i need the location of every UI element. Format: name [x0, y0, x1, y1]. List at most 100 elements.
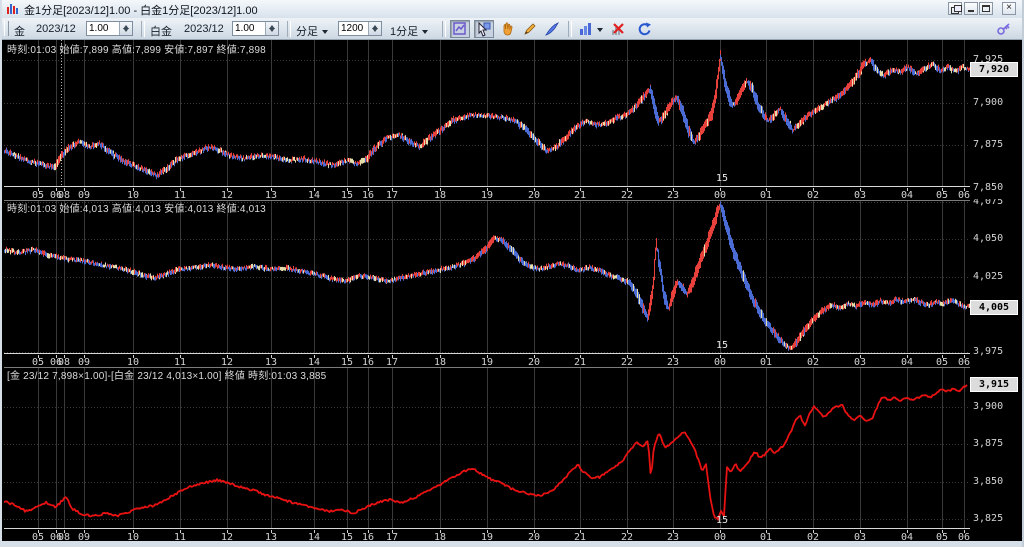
- hour-tick-label: 20: [527, 357, 541, 368]
- hour-tick-label: 18: [433, 190, 447, 201]
- hour-tick-label: 06: [957, 357, 971, 368]
- hour-tick-label: 06: [957, 190, 971, 201]
- toolbar-separator: [568, 21, 572, 37]
- hour-tick-label: 04: [900, 357, 914, 368]
- hour-tick-label: 13: [264, 190, 278, 201]
- refresh-button[interactable]: [634, 20, 654, 38]
- hour-tick-label: 02: [806, 190, 820, 201]
- price-tick-label: 4,025: [973, 270, 1004, 282]
- price-tick-label: 3,825: [973, 513, 1004, 524]
- gold-price-axis[interactable]: 7,925 7,900 7,875 7,850 7,920: [970, 40, 1018, 199]
- price-tick-label: 4,050: [973, 233, 1004, 245]
- gold-ohlc-status: 時刻:01:03 始値:7,899 高値:7,899 安値:7,897 終値:7…: [7, 45, 266, 56]
- hour-tick-label: 09: [77, 357, 91, 368]
- toolbar-separator: [287, 21, 291, 37]
- hour-tick-label: 23: [666, 190, 680, 201]
- hour-tick-label: 00: [713, 357, 727, 368]
- app-icon: [7, 4, 18, 14]
- hour-tick-label: 11: [173, 357, 187, 368]
- pan-tool-button[interactable]: [498, 20, 518, 38]
- hour-tick-label: 11: [173, 190, 187, 201]
- minimize-button[interactable]: [964, 2, 978, 15]
- spread-line-chart[interactable]: [4, 366, 970, 528]
- platinum-month-label: 2023/12: [184, 23, 224, 35]
- hour-tick-label: 13: [264, 357, 278, 368]
- delete-chart-button[interactable]: [608, 20, 628, 38]
- spread-formula-status: [金 23/12 7,898×1.00]-[白金 23/12 4,013×1.0…: [7, 371, 327, 382]
- hour-tick-label: 08: [57, 190, 71, 201]
- date-change-label: 15: [716, 515, 729, 526]
- bar-interval-dropdown[interactable]: 1分足: [390, 23, 429, 39]
- time-axis: 05 06 08 09 10 11 12 13 14 15 16 17 18 19 20 21 22 23 00 01…: [4, 186, 1018, 201]
- toolbar-grip[interactable]: [4, 21, 9, 36]
- window-title: 金1分足[2023/12]1.00 - 白金1分足[2023/12]1.00: [24, 5, 258, 17]
- price-tick-label: 7,850: [973, 181, 1004, 193]
- hour-tick-label: 04: [900, 190, 914, 201]
- hour-tick-label: 00: [713, 190, 727, 201]
- delete-chart-icon: [612, 23, 624, 35]
- hour-tick-label: 03: [853, 190, 867, 201]
- bar-chart-icon: [580, 23, 591, 35]
- price-tick-label: 3,875: [973, 438, 1004, 449]
- hour-tick-label: 22: [620, 190, 634, 201]
- pencil-tool-button[interactable]: [520, 20, 540, 38]
- current-price-box: 3,915: [970, 377, 1018, 392]
- hour-tick-label: 16: [361, 357, 375, 368]
- hour-tick-label: 23: [666, 357, 680, 368]
- hour-tick-label: 15: [340, 357, 354, 368]
- chevron-down-icon: [597, 28, 603, 32]
- maximize-button[interactable]: [979, 2, 993, 15]
- hour-tick-label: 21: [573, 357, 587, 368]
- chart-cursor-icon: [453, 22, 466, 35]
- spinner-arrows-icon[interactable]: [119, 22, 132, 35]
- current-price-box: 7,920: [970, 61, 1018, 77]
- platinum-candlestick-chart[interactable]: [4, 199, 970, 353]
- gold-symbol-label: 金: [14, 26, 25, 38]
- chevron-down-icon: [422, 30, 429, 35]
- brush-tool-button[interactable]: [542, 20, 562, 38]
- platinum-ohlc-status: 時刻:01:03 始値:4,013 高値:4,013 安値:4,013 終値:4…: [7, 204, 266, 215]
- key-icon[interactable]: [996, 21, 1012, 37]
- bar-type-dropdown[interactable]: 分足: [296, 23, 328, 39]
- current-price-box: 4,005: [970, 299, 1018, 315]
- gold-ratio-spinner[interactable]: 1.00: [86, 21, 133, 36]
- hour-tick-label: 12: [220, 357, 234, 368]
- price-tick-label: 4,075: [973, 199, 1004, 207]
- price-tick-label: 3,975: [973, 345, 1004, 357]
- window-bottom-frame: [2, 541, 1022, 547]
- toolbar-separator: [442, 21, 446, 37]
- spinner-arrows-icon[interactable]: [265, 22, 278, 35]
- hour-tick-label: 14: [307, 190, 321, 201]
- toolbar-separator: [141, 21, 145, 37]
- price-tick-label: 3,900: [973, 400, 1004, 412]
- gold-candlestick-chart[interactable]: [4, 40, 970, 186]
- float-window-button[interactable]: [948, 2, 962, 15]
- hour-tick-label: 21: [573, 190, 587, 201]
- gold-month-label: 2023/12: [36, 23, 76, 35]
- hour-tick-label: 10: [126, 190, 140, 201]
- refresh-icon: [638, 22, 651, 36]
- platinum-price-axis[interactable]: 4,075 4,050 4,025 3,975 4,005: [970, 199, 1018, 366]
- spinner-arrows-icon[interactable]: [368, 22, 381, 35]
- hour-tick-label: 02: [806, 357, 820, 368]
- hour-tick-label: 05: [31, 357, 45, 368]
- hour-tick-label: 22: [620, 357, 634, 368]
- hour-tick-label: 05: [935, 190, 949, 201]
- chart-cursor-button[interactable]: [450, 20, 470, 38]
- bar-count-spinner[interactable]: 1200: [338, 21, 382, 36]
- chart-style-button[interactable]: [576, 20, 604, 38]
- hour-tick-label: 17: [385, 190, 399, 201]
- select-arrow-icon: [478, 21, 491, 37]
- toolbar: 金 2023/12 1.00 白金 2023/12 1.00 分足 1200 1…: [2, 18, 1022, 40]
- hour-tick-label: 14: [307, 357, 321, 368]
- hour-tick-label: 05: [31, 190, 45, 201]
- select-tool-button[interactable]: [474, 20, 494, 38]
- hour-tick-label: 17: [385, 357, 399, 368]
- hour-tick-label: 01: [759, 190, 773, 201]
- pencil-icon: [524, 23, 536, 35]
- spread-price-axis[interactable]: 3,900 3,875 3,850 3,825 3,915: [970, 366, 1018, 541]
- close-button[interactable]: ×: [1002, 2, 1016, 15]
- platinum-ratio-spinner[interactable]: 1.00: [232, 21, 279, 36]
- title-bar[interactable]: 金1分足[2023/12]1.00 - 白金1分足[2023/12]1.00 ×: [2, 0, 1022, 19]
- hour-tick-label: 05: [935, 357, 949, 368]
